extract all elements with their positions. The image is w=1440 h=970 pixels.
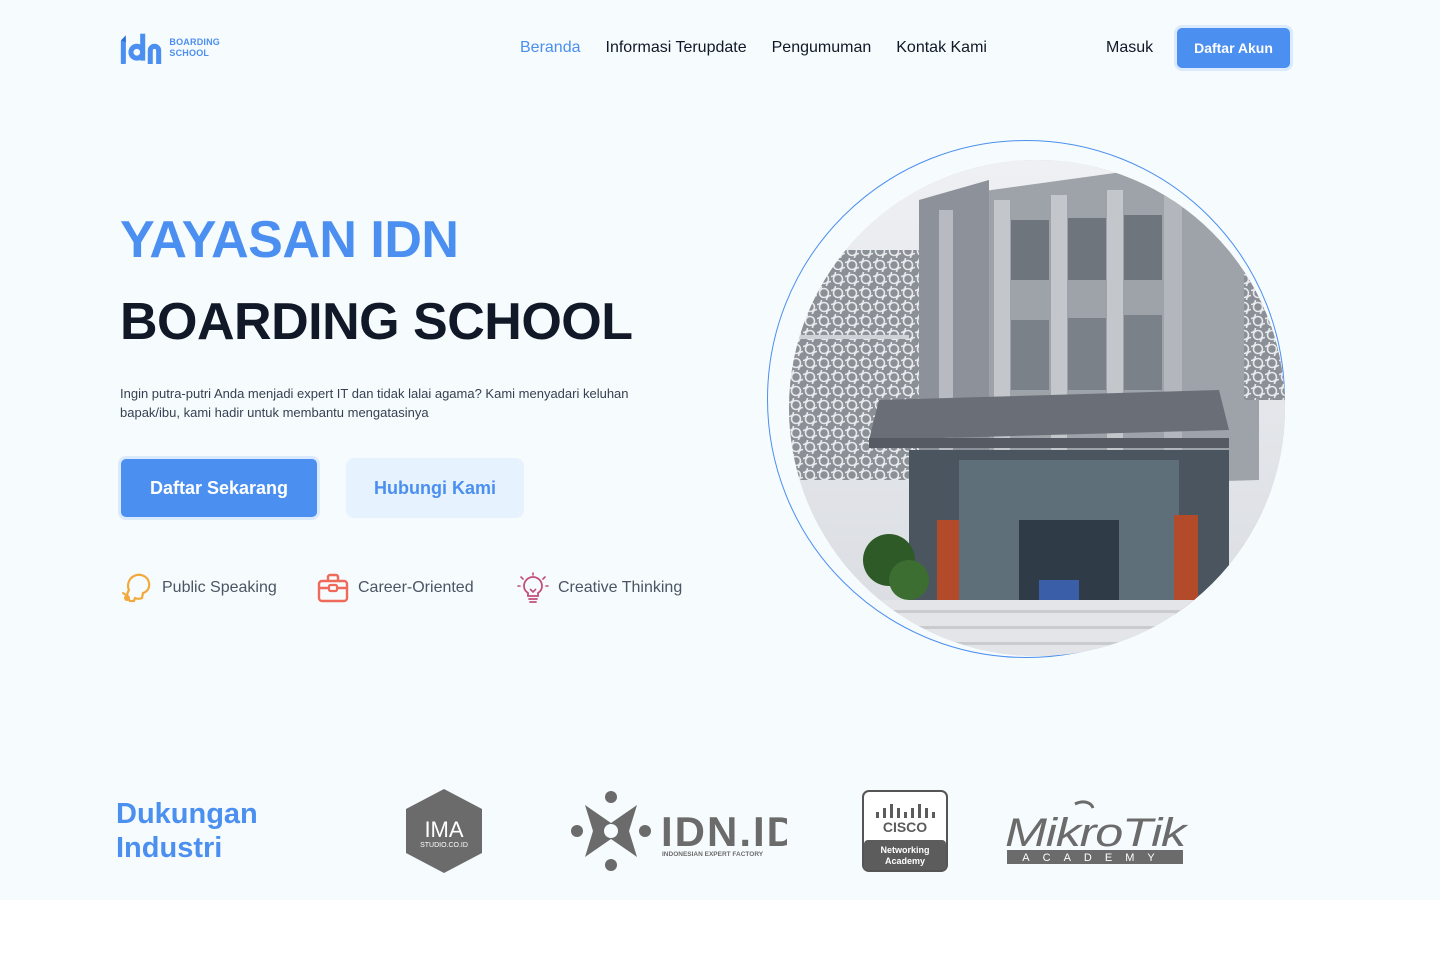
logo-text: BOARDING SCHOOL	[169, 37, 220, 58]
briefcase-icon	[317, 573, 349, 603]
cisco-logo-subtext-1: Networking	[880, 845, 929, 855]
cisco-logo-name: CISCO	[883, 819, 927, 835]
main-nav: Beranda Informasi Terupdate Pengumuman K…	[520, 36, 1012, 60]
head-speaking-icon	[122, 573, 151, 603]
partner-logo-mikrotik: MikroTik ACADEMY	[1005, 798, 1191, 871]
feature-label: Creative Thinking	[558, 579, 683, 596]
nav-link-informasi-terupdate[interactable]: Informasi Terupdate	[606, 36, 747, 60]
ima-logo-name: IMA	[424, 817, 463, 842]
partner-logo-ima-studio: IMA STUDIO.CO.ID	[403, 787, 485, 880]
site-logo[interactable]: BOARDING SCHOOL	[120, 28, 220, 68]
register-button[interactable]: Daftar Akun	[1174, 25, 1293, 71]
partners-heading: Dukungan Industri	[116, 798, 258, 864]
partner-logo-cisco: CISCO Networking Academy	[862, 790, 948, 877]
feature-creative-thinking: Creative Thinking	[516, 570, 682, 606]
contact-us-button[interactable]: Hubungi Kami	[346, 458, 524, 518]
feature-label: Public Speaking	[162, 579, 277, 596]
cisco-logo-subtext-2: Academy	[885, 856, 925, 866]
hero-building-photo	[789, 160, 1285, 656]
feature-public-speaking: Public Speaking	[120, 570, 277, 606]
hero-description: Ingin putra-putri Anda menjadi expert IT…	[120, 386, 629, 420]
top-navbar: BOARDING SCHOOL Beranda Informasi Terupd…	[0, 0, 1440, 96]
idn-logo-mark	[120, 33, 162, 64]
nav-link-beranda[interactable]: Beranda	[520, 36, 581, 60]
lightbulb-icon	[517, 572, 549, 603]
ima-logo-subtext: STUDIO.CO.ID	[420, 842, 468, 849]
hero-title-secondary: BOARDING SCHOOL	[120, 293, 633, 351]
hero-title-primary: YAYASAN IDN	[120, 211, 459, 269]
mikrotik-logo-name: MikroTik	[1005, 811, 1189, 855]
partner-logo-idn-id: IDN.ID INDONESIAN EXPERT FACTORY	[569, 789, 797, 878]
feature-career-oriented: Career-Oriented	[316, 570, 474, 606]
idn-logo-subtext: INDONESIAN EXPERT FACTORY	[662, 851, 764, 858]
register-now-button[interactable]: Daftar Sekarang	[118, 456, 320, 520]
nav-link-pengumuman[interactable]: Pengumuman	[772, 36, 872, 60]
nav-link-kontak-kami[interactable]: Kontak Kami	[896, 36, 987, 60]
feature-label: Career-Oriented	[358, 579, 474, 596]
building-illustration	[789, 160, 1285, 656]
mikrotik-logo-subtext: ACADEMY	[1022, 852, 1167, 864]
idn-logo-name: IDN.ID	[661, 808, 787, 855]
login-link[interactable]: Masuk	[1106, 36, 1153, 60]
